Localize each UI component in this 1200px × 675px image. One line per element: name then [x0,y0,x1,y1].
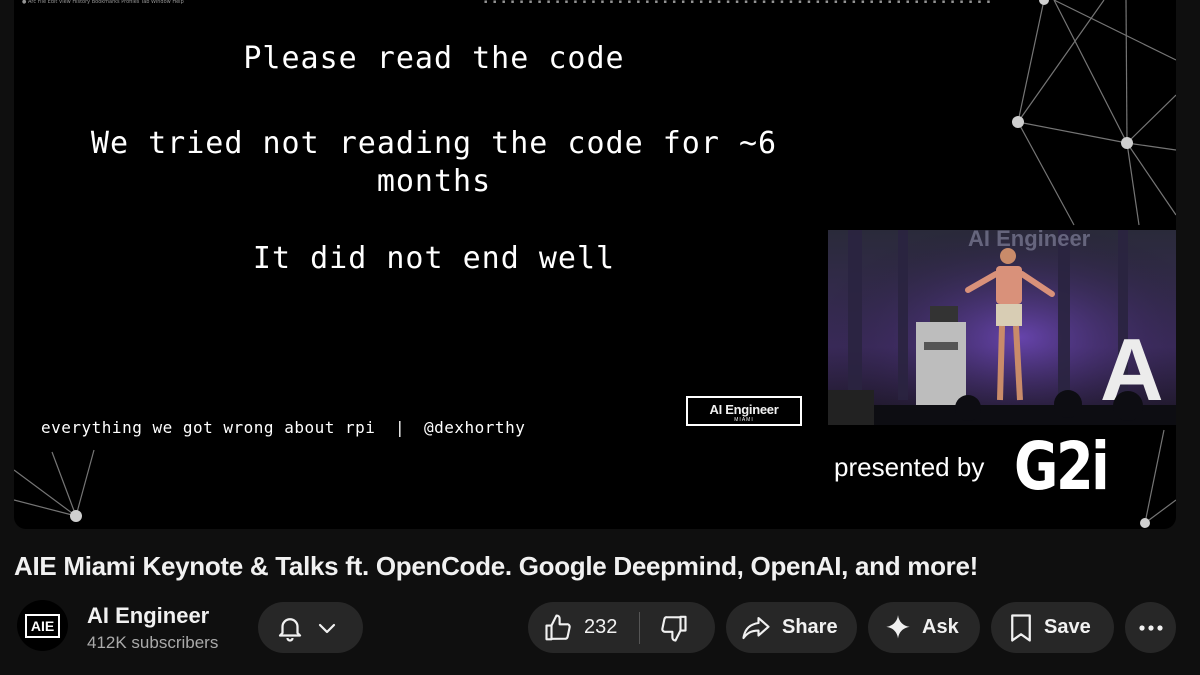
sparkle-icon [884,614,912,642]
avatar-logo-text: AIE [24,613,61,638]
video-title: AIE Miami Keynote & Talks ft. OpenCode. … [14,551,978,581]
chevron-down-icon [315,616,339,640]
notifications-button[interactable] [258,602,363,653]
share-button[interactable]: Share [726,602,857,653]
stage-backdrop-text: AI Engineer [968,230,1091,251]
like-count[interactable]: 232 [584,616,617,639]
channel-name[interactable]: AI Engineer [87,603,209,629]
thumbs-up-icon[interactable] [544,613,574,643]
slide-line-3: It did not end well [252,241,616,276]
bookmark-icon [1008,613,1034,643]
more-icon [1138,624,1164,632]
sponsor-logo: G2i [1014,428,1110,505]
ask-button[interactable]: Ask [868,602,980,653]
save-label: Save [1044,616,1091,638]
share-arrow-icon [740,613,772,643]
ask-label: Ask [922,616,959,638]
thumbs-down-icon[interactable] [658,613,688,643]
bell-icon [275,612,305,644]
slide-line-2: We tried not reading the code for ~6 mon… [90,126,778,199]
subscriber-count: 412K subscribers [87,633,219,652]
slide-footer-topic: everything we got wrong about rpi [41,418,376,437]
like-divider [639,611,641,644]
like-dislike-group: 232 [528,602,715,653]
share-label: Share [782,616,838,638]
slide-line-1: Please read the code [243,41,625,76]
speaker-camera-inset: AI Engineer A [828,230,1176,425]
presented-by-text: presented by [834,452,985,482]
slide-footer-handle: @dexhorthy [424,418,526,437]
slide-footer-separator: | [395,418,406,437]
channel-avatar[interactable]: AIE [17,600,68,651]
ai-engineer-logo: AI Engineer MIAMI [686,396,802,426]
video-player[interactable]: ● Arc File Edit View History Bookmarks P… [14,0,1176,529]
more-actions-button[interactable] [1125,602,1176,653]
save-button[interactable]: Save [991,602,1114,653]
